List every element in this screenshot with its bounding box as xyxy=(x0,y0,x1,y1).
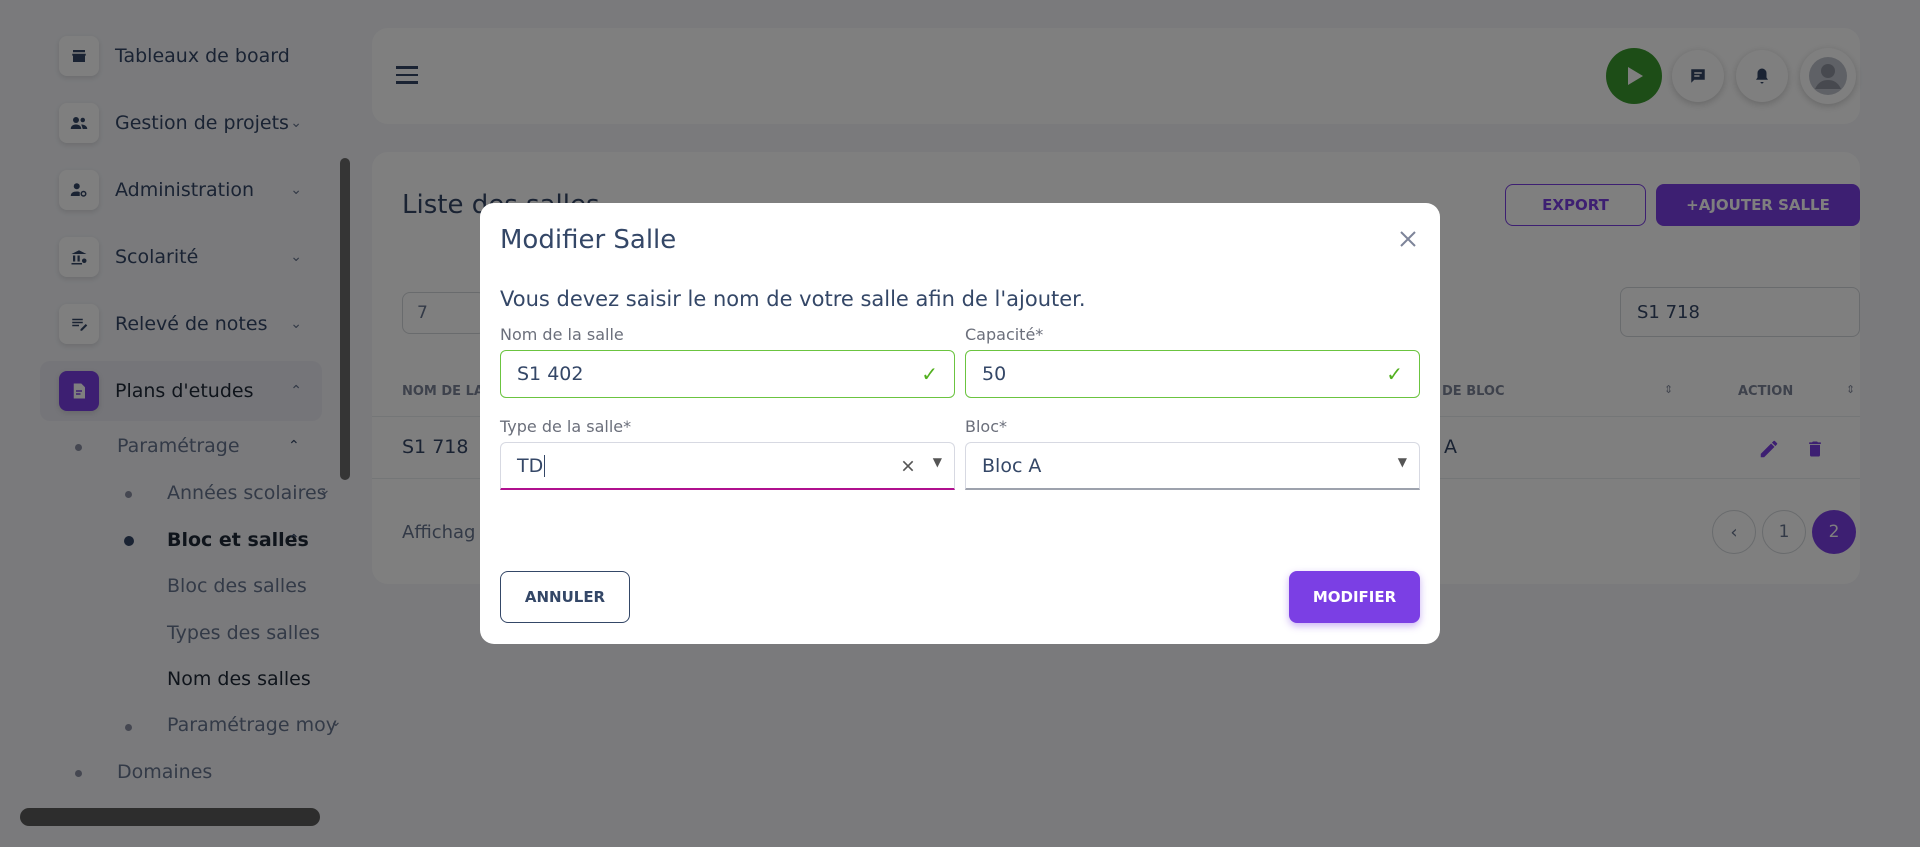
cancel-button[interactable]: ANNULER xyxy=(500,571,630,623)
check-icon: ✓ xyxy=(921,362,938,386)
clear-icon[interactable] xyxy=(900,458,916,474)
nom-salle-input[interactable]: S1 402 ✓ xyxy=(500,350,955,398)
dropdown-arrow-icon[interactable]: ▼ xyxy=(1398,455,1407,469)
nom-salle-value: S1 402 xyxy=(517,363,584,385)
bloc-label: Bloc* xyxy=(965,417,1008,436)
nom-label: Nom de la salle xyxy=(500,325,624,344)
bloc-value: Bloc A xyxy=(982,454,1042,477)
dialog-title: Modifier Salle xyxy=(500,225,677,255)
dialog-subtitle: Vous devez saisir le nom de votre salle … xyxy=(500,287,1086,311)
check-icon: ✓ xyxy=(1386,362,1403,386)
dropdown-arrow-icon[interactable]: ▼ xyxy=(933,455,942,469)
modifier-salle-dialog: Modifier Salle Vous devez saisir le nom … xyxy=(480,203,1440,644)
type-label: Type de la salle* xyxy=(500,417,632,436)
type-salle-autocomplete[interactable]: TD ▼ xyxy=(500,442,955,490)
modifier-button[interactable]: MODIFIER xyxy=(1289,571,1420,623)
bloc-select[interactable]: Bloc A ▼ xyxy=(965,442,1420,490)
type-salle-value: TD xyxy=(517,454,544,477)
close-icon[interactable] xyxy=(1396,227,1420,251)
capacite-label: Capacité* xyxy=(965,325,1044,344)
capacite-value: 50 xyxy=(982,363,1007,385)
capacite-input[interactable]: 50 ✓ xyxy=(965,350,1420,398)
text-cursor xyxy=(544,454,546,477)
